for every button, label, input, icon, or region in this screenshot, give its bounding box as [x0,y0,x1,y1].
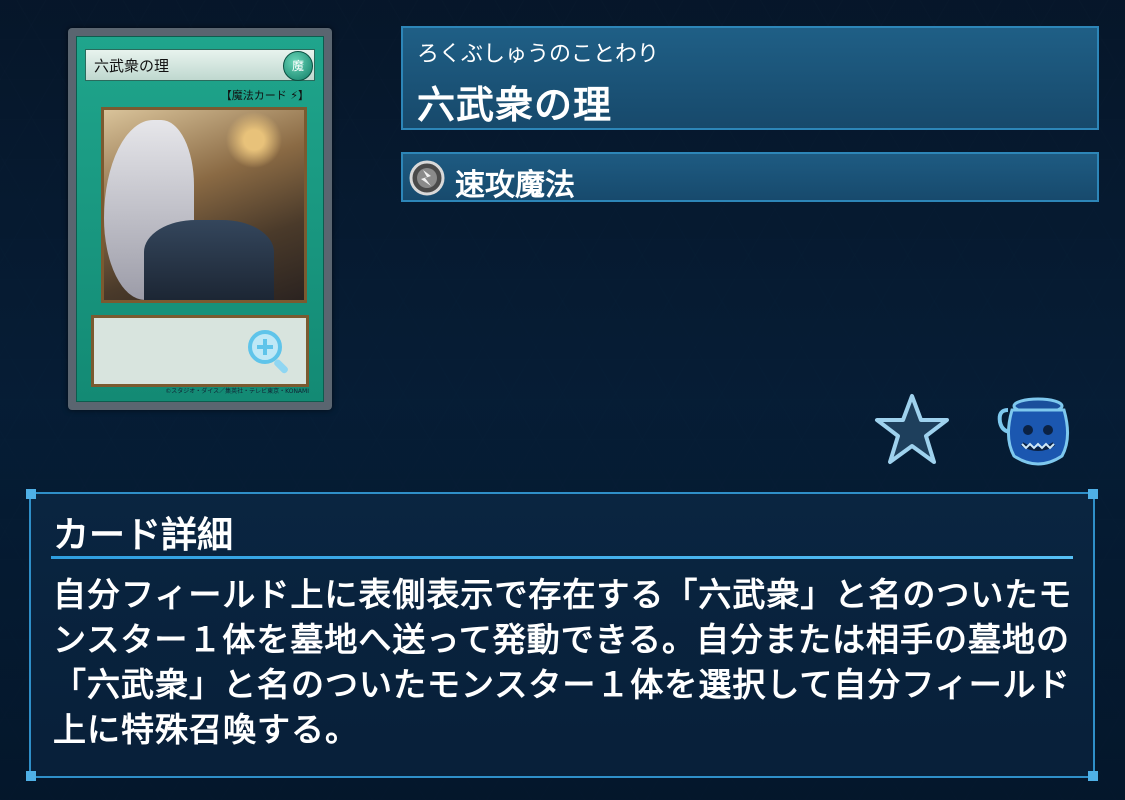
zoom-plus-icon[interactable] [244,326,294,376]
panel-corner [1088,489,1098,499]
card-name: 六武衆の理 [417,83,613,127]
detail-divider [51,556,1073,559]
star-icon[interactable] [872,392,952,466]
card-image[interactable]: 六武衆の理 魔 【魔法カード ⚡】 ©スタジオ・ダイス／集英社・テレビ東京・KO… [68,28,332,410]
quick-play-mini-icon: ⚡】 [286,89,309,102]
card-text-box [91,315,309,387]
quick-play-spell-icon [409,160,445,196]
card-attribute-icon: 魔 [283,51,313,81]
card-frame: 六武衆の理 魔 【魔法カード ⚡】 ©スタジオ・ダイス／集英社・テレビ東京・KO… [76,36,324,402]
art-figure-body [144,220,274,300]
card-type-line: 【魔法カード ⚡】 [220,89,309,102]
panel-corner [1088,771,1098,781]
card-name-panel: ろくぶしゅうのことわり 六武衆の理 [401,26,1099,130]
panel-corner [26,489,36,499]
card-effect-text: 自分フィールド上に表側表示で存在する「六武衆」と名のついたモンスター１体を墓地へ… [53,575,1073,749]
panel-corner [26,771,36,781]
card-name-reading: ろくぶしゅうのことわり [417,42,660,67]
card-detail-panel: カード詳細 自分フィールド上に表側表示で存在する「六武衆」と名のついたモンスター… [26,489,1098,781]
detail-title: カード詳細 [53,515,234,556]
card-type-panel: 速攻魔法 [401,152,1099,203]
card-copyright: ©スタジオ・ダイス／集英社・テレビ東京・KONAMI [165,388,309,395]
card-type-label: 速攻魔法 [455,168,575,203]
card-name-bar: 六武衆の理 [85,49,315,81]
card-artwork [101,107,307,303]
pot-of-greed-icon[interactable] [994,392,1074,472]
card-name-small: 六武衆の理 [94,57,170,75]
